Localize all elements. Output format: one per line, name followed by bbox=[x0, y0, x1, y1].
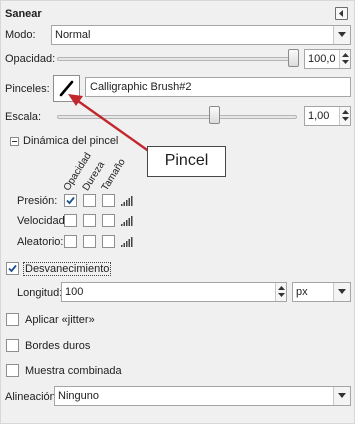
callout-box: Pincel bbox=[147, 146, 226, 177]
callout-arrow bbox=[68, 94, 151, 153]
callout-text: Pincel bbox=[164, 152, 209, 169]
